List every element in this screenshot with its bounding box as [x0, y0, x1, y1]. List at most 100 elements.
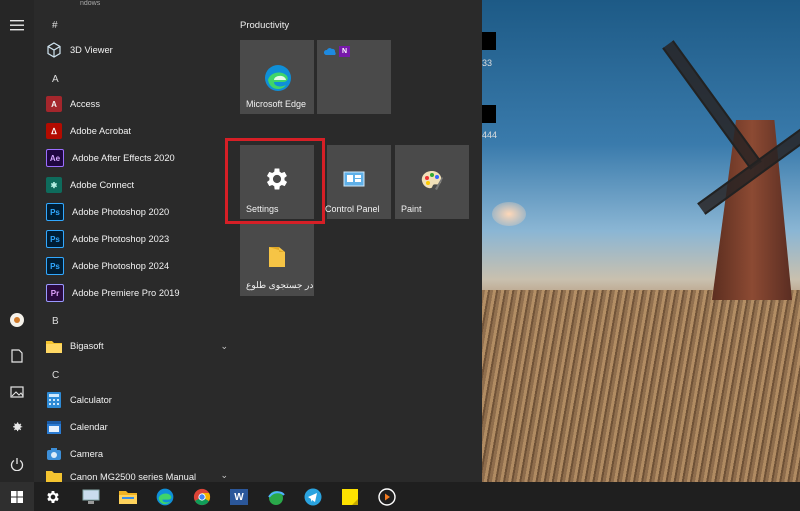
app-label: Calendar	[70, 422, 108, 432]
app-list: ndows # 3D Viewer A A Access ᐃ Adobe Acr…	[34, 0, 230, 482]
computer-icon	[82, 489, 100, 504]
taskbar-telegram-button[interactable]	[302, 486, 324, 508]
tile-microsoft-edge[interactable]: Microsoft Edge	[240, 40, 314, 114]
app-label: Adobe Acrobat	[70, 126, 131, 136]
taskbar-edge-button[interactable]	[154, 486, 176, 508]
app-label: Camera	[70, 449, 104, 459]
app-label: Adobe Premiere Pro 2019	[72, 288, 180, 298]
app-label: Adobe Photoshop 2020	[72, 207, 170, 217]
tile-label: Paint	[401, 204, 422, 214]
edge-icon	[265, 65, 291, 91]
media-player-icon	[378, 488, 396, 506]
globe-app-icon	[268, 491, 285, 505]
chevron-down-icon[interactable]: ⌄	[220, 341, 228, 352]
letter-header-c[interactable]: C	[52, 370, 59, 381]
access-icon: A	[46, 96, 62, 112]
folder-icon	[46, 338, 62, 354]
app-calendar[interactable]: Calendar	[46, 416, 236, 438]
app-label: Canon MG2500 series Manual	[70, 472, 197, 482]
app-photoshop-2024[interactable]: Ps Adobe Photoshop 2024	[46, 255, 236, 277]
letter-header-b[interactable]: B	[52, 316, 59, 327]
telegram-icon	[304, 488, 322, 506]
app-label: Adobe After Effects 2020	[72, 153, 175, 163]
user-avatar-button[interactable]	[8, 311, 26, 329]
chevron-down-icon[interactable]: ⌄	[220, 470, 228, 481]
windows-logo-icon	[11, 490, 23, 503]
app-label: Calculator	[70, 395, 112, 405]
after-effects-icon: Ae	[46, 149, 64, 167]
taskbar-settings-button[interactable]	[42, 486, 64, 508]
app-label: Adobe Connect	[70, 180, 135, 190]
app-photoshop-2020[interactable]: Ps Adobe Photoshop 2020	[46, 201, 236, 223]
taskbar: W	[0, 482, 800, 511]
app-camera[interactable]: Camera	[46, 443, 236, 465]
camera-icon	[46, 446, 62, 462]
wallpaper-wheat-field	[482, 290, 800, 482]
sticky-notes-icon	[342, 489, 358, 505]
app-access[interactable]: A Access	[46, 93, 236, 115]
app-label: 3D Viewer	[70, 45, 113, 55]
highlight-box	[225, 138, 325, 224]
letter-header-hash[interactable]: #	[52, 20, 58, 31]
paint-palette-icon	[421, 171, 443, 190]
folder-icon	[46, 468, 62, 482]
tile-paint[interactable]: Paint	[395, 145, 469, 219]
desktop-icon[interactable]	[482, 32, 496, 50]
start-rail	[0, 0, 34, 482]
settings-gear-icon	[47, 491, 59, 503]
taskbar-media-player-button[interactable]	[376, 486, 398, 508]
taskbar-app-button[interactable]	[265, 486, 287, 508]
start-button[interactable]	[0, 482, 34, 511]
app-photoshop-2023[interactable]: Ps Adobe Photoshop 2023	[46, 228, 236, 250]
premiere-icon: Pr	[46, 284, 64, 302]
tile-control-panel[interactable]: Control Panel	[325, 145, 391, 219]
documents-icon[interactable]	[8, 347, 26, 365]
word-icon: W	[230, 489, 248, 505]
app-adobe-acrobat[interactable]: ᐃ Adobe Acrobat	[46, 120, 236, 142]
hamburger-menu-icon[interactable]	[8, 16, 26, 34]
app-adobe-connect[interactable]: ✱ Adobe Connect	[46, 174, 236, 196]
file-explorer-icon	[119, 491, 137, 504]
desktop-icon[interactable]	[482, 105, 496, 123]
photoshop-icon: Ps	[46, 230, 64, 248]
app-calculator[interactable]: Calculator	[46, 389, 236, 411]
taskbar-chrome-button[interactable]	[191, 486, 213, 508]
tile-persian-folder[interactable]: در جستجوی طلوع	[240, 222, 314, 296]
app-adobe-after-effects[interactable]: Ae Adobe After Effects 2020	[46, 147, 236, 169]
taskbar-file-explorer-button[interactable]	[117, 486, 139, 508]
tile-label: در جستجوی طلوع	[246, 280, 314, 290]
app-label: Bigasoft	[70, 341, 104, 351]
calendar-icon	[46, 419, 62, 435]
tile-office-folder[interactable]: N	[317, 40, 391, 114]
edge-icon	[156, 488, 174, 506]
app-folder-bigasoft[interactable]: Bigasoft ⌄	[46, 335, 236, 357]
tiles-area: Productivity Microsoft Edge N Settings C…	[230, 0, 482, 482]
taskbar-sticky-notes-button[interactable]	[339, 486, 361, 508]
avatar	[10, 313, 24, 327]
letter-header-a[interactable]: A	[52, 74, 59, 85]
desktop-icon-label: 444	[482, 130, 498, 140]
onedrive-icon	[324, 48, 336, 55]
app-premiere-pro[interactable]: Pr Adobe Premiere Pro 2019	[46, 282, 236, 304]
control-panel-icon	[343, 171, 365, 187]
app-label: Adobe Photoshop 2023	[72, 234, 170, 244]
photoshop-icon: Ps	[46, 203, 64, 221]
app-folder-canon[interactable]: Canon MG2500 series Manual ⌄	[46, 468, 236, 482]
tile-label: Microsoft Edge	[246, 99, 307, 109]
taskbar-computer-button[interactable]	[80, 486, 102, 508]
wallpaper-sun	[492, 202, 526, 226]
clipped-label: ndows	[80, 0, 101, 7]
pictures-icon[interactable]	[8, 383, 26, 401]
tile-label: Control Panel	[325, 204, 380, 214]
onenote-icon: N	[339, 46, 350, 57]
chrome-icon	[193, 488, 211, 506]
folder-icon	[269, 247, 285, 267]
taskbar-word-button[interactable]: W	[228, 486, 250, 508]
adobe-connect-icon: ✱	[46, 177, 62, 193]
app-3d-viewer[interactable]: 3D Viewer	[46, 39, 236, 61]
cube-3d-icon	[46, 42, 62, 58]
power-icon[interactable]	[8, 455, 26, 473]
app-label: Access	[70, 99, 100, 109]
tile-group-title[interactable]: Productivity	[240, 20, 289, 31]
settings-gear-icon[interactable]	[8, 418, 26, 436]
